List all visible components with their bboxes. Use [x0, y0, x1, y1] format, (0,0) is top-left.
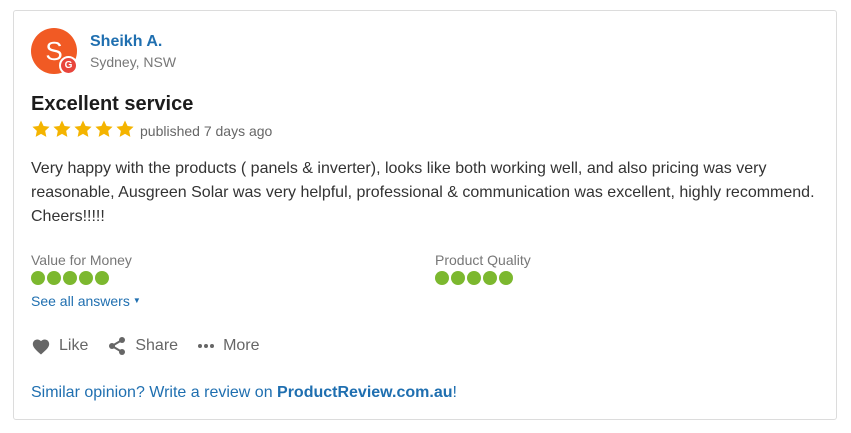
published-date: published 7 days ago	[140, 123, 273, 139]
rating-dot	[451, 271, 465, 285]
productreview-link[interactable]: ProductReview.com.au	[277, 384, 452, 401]
rating-dots	[435, 271, 531, 285]
heart-icon[interactable]	[31, 337, 51, 355]
see-all-answers-link[interactable]: See all answers ▼	[31, 293, 141, 309]
review-title: Excellent service	[31, 93, 194, 115]
review-card: S G Sheikh A. Sydney, NSW Excellent serv…	[13, 10, 837, 420]
share-button[interactable]: Share	[107, 336, 178, 356]
star-icon	[95, 120, 113, 137]
rating-dot	[499, 271, 513, 285]
rating-label: Product Quality	[435, 252, 531, 268]
rating-dot	[31, 271, 45, 285]
rating-dot	[79, 271, 93, 285]
more-dots-icon[interactable]	[197, 343, 215, 349]
rating-product-quality: Product Quality	[435, 252, 531, 285]
like-button[interactable]: Like	[31, 337, 88, 355]
caret-down-icon[interactable]: ▼	[133, 297, 141, 305]
rating-dot	[483, 271, 497, 285]
star-icon	[74, 120, 92, 137]
see-all-label[interactable]: See all answers	[31, 293, 130, 309]
rating-dot	[95, 271, 109, 285]
review-text: Very happy with the products ( panels & …	[31, 160, 815, 225]
share-label[interactable]: Share	[135, 337, 178, 355]
reviewer-location: Sydney, NSW	[90, 54, 177, 70]
rating-dot	[63, 271, 77, 285]
rating-value-for-money: Value for Money	[31, 252, 132, 285]
google-icon: G	[59, 56, 78, 75]
star-icon	[32, 120, 50, 137]
star-rating	[31, 119, 136, 139]
star-icon	[116, 120, 134, 137]
rating-label: Value for Money	[31, 252, 132, 268]
action-bar: Like Share More	[31, 336, 279, 356]
reviewer-name[interactable]: Sheikh A.	[90, 33, 162, 51]
rating-dots	[31, 271, 132, 285]
more-label[interactable]: More	[223, 337, 259, 355]
share-icon[interactable]	[107, 336, 127, 356]
rating-dot	[467, 271, 481, 285]
star-icon	[53, 120, 71, 137]
like-label[interactable]: Like	[59, 337, 88, 355]
write-review-prompt: Similar opinion? Write a review on Produ…	[31, 384, 457, 402]
cta-prefix: Similar opinion? Write a review on	[31, 384, 278, 401]
rating-dot	[435, 271, 449, 285]
more-button[interactable]: More	[197, 337, 260, 355]
rating-dot	[47, 271, 61, 285]
cta-suffix: !	[452, 384, 457, 401]
